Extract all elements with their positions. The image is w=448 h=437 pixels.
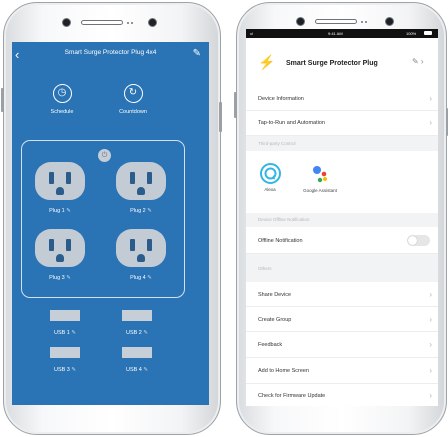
schedule-label: Schedule [50,109,74,115]
section-others: Others [246,254,438,282]
pencil-icon[interactable]: ✎ [193,48,201,59]
volume-button-right [234,92,237,118]
usb-3-label[interactable]: USB 3 ✎ [40,367,90,373]
device-settings-screen: ııl 9:41 AM 100% ⚡ Smart Surge Protector… [246,29,438,406]
usb-port-4[interactable] [122,347,152,358]
offline-notification-toggle[interactable] [407,235,430,246]
countdown-button[interactable]: ↻ Countdown [113,84,153,115]
clock-icon: ◷ [52,84,72,103]
outlet-slot [130,239,135,251]
outlet-plug-2[interactable] [116,162,166,200]
outlet-slot [66,172,71,184]
volume-button-left [1,88,4,112]
chevron-right-icon: › [429,366,432,375]
toggle-knob [408,236,417,245]
screenshot: ‹ Smart Surge Protector Plug 4x4 ✎ ◷ Sch… [0,0,448,437]
outlet-slot [49,239,54,251]
device-header: ⚡ Smart Surge Protector Plug ✎ › [246,38,438,86]
outlet-slot [130,172,135,184]
row-firmware-update[interactable]: Check for Firmware Update › [246,384,438,406]
schedule-button[interactable]: ◷ Schedule [42,84,82,115]
front-camera-left [62,18,71,27]
row-add-to-home-screen[interactable]: Add to Home Screen › [246,358,438,384]
sensor-dot [361,21,363,23]
page-title: Smart Surge Protector Plug 4x4 [64,49,157,56]
section-offline: Device Offline Notification [246,213,438,227]
pencil-icon: ✎ [71,330,77,336]
google-assistant-button[interactable]: Google Assistant [300,163,340,194]
row-offline-notification: Offline Notification [246,227,438,254]
front-camera-right [385,17,394,26]
google-assistant-icon [309,163,331,185]
earpiece-left [81,20,123,25]
outlet-ground [56,254,64,262]
pencil-icon: ✎ [143,367,149,373]
outlet-plug-3[interactable] [35,229,85,267]
outlet-slot [147,239,152,251]
device-name: Smart Surge Protector Plug [286,60,378,67]
google-dots [313,166,327,183]
row-device-information[interactable]: Device Information › [246,88,438,111]
chevron-right-icon: › [429,340,432,349]
chevron-right-icon: › [429,118,432,127]
row-share-device[interactable]: Share Device › [246,282,438,307]
power-icon[interactable]: ⏻ [98,149,111,162]
plug-device-icon: ⚡ [258,54,276,70]
signal-icon: ııl [250,31,254,36]
usb-port-2[interactable] [122,310,152,321]
pencil-icon: ✎ [66,275,71,281]
pencil-icon: ✎ [147,275,152,281]
usb-4-label[interactable]: USB 4 ✎ [112,367,162,373]
plug-1-label[interactable]: Plug 1 ✎ [30,208,90,214]
status-bar: ııl 9:41 AM 100% [246,29,438,38]
plug-3-label[interactable]: Plug 3 ✎ [30,275,90,281]
nav-header: ‹ Smart Surge Protector Plug 4x4 ✎ [12,42,209,68]
countdown-label: Countdown [119,109,147,115]
outlet-plug-4[interactable] [116,229,166,267]
pencil-icon[interactable]: ✎ › [412,57,424,66]
outlet-ground [56,187,64,195]
power-button-left [219,102,222,132]
sensor-dot [365,21,367,23]
pencil-icon: ✎ [66,208,71,214]
usb-port-1[interactable] [50,310,80,321]
chevron-right-icon: › [429,94,432,103]
usb-1-label[interactable]: USB 1 ✎ [40,330,90,336]
outlet-ground [137,187,145,195]
usb-port-3[interactable] [50,347,80,358]
alexa-button[interactable]: Alexa [250,163,290,193]
alexa-icon [259,163,281,184]
outlet-ground [137,254,145,262]
alexa-glyph [264,167,276,180]
device-control-screen: ‹ Smart Surge Protector Plug 4x4 ✎ ◷ Sch… [12,42,209,405]
chevron-right-icon: › [429,290,432,299]
outlet-slot [147,172,152,184]
battery-icon [424,31,432,35]
plug-4-label[interactable]: Plug 4 ✎ [111,275,171,281]
sensor-dot [131,22,133,24]
earpiece-right [315,19,357,24]
status-time: 9:41 AM [328,31,343,36]
front-camera-left [148,18,157,27]
sensor-dot [127,22,129,24]
front-camera-right [296,17,305,26]
outlet-slot [49,172,54,184]
usb-2-label[interactable]: USB 2 ✎ [112,330,162,336]
chevron-right-icon: › [429,315,432,324]
outlet-plug-1[interactable] [35,162,85,200]
row-tap-to-run[interactable]: Tap-to-Run and Automation › [246,111,438,136]
third-party-row: Alexa Google Assistant [246,151,438,213]
outlet-slot [66,239,71,251]
timer-icon: ↻ [123,84,143,103]
chevron-right-icon: › [429,391,432,400]
plug-2-label[interactable]: Plug 2 ✎ [111,208,171,214]
row-create-group[interactable]: Create Group › [246,307,438,332]
pencil-icon: ✎ [147,208,152,214]
battery-level: 100% [406,31,417,36]
pencil-icon: ✎ [71,367,77,373]
row-feedback[interactable]: Feedback › [246,332,438,358]
section-third-party: Third-party Control [246,136,438,151]
pencil-icon: ✎ [143,330,149,336]
